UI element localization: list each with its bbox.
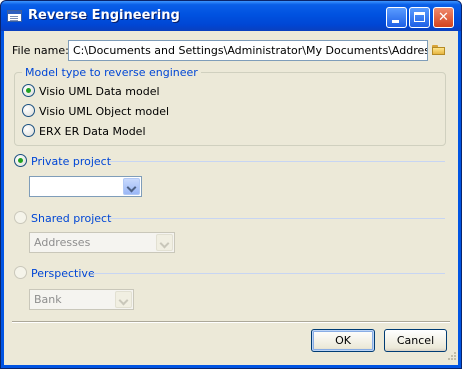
close-button[interactable]: ✕ (433, 7, 454, 28)
window-title: Reverse Engineering (28, 8, 180, 23)
button-separator (12, 321, 450, 323)
shared-project-select[interactable]: Addresses (29, 232, 175, 253)
radio-private-project[interactable] (14, 154, 27, 167)
reverse-engineering-dialog: Reverse Engineering ✕ File name: C:\Docu… (0, 0, 462, 369)
radio-perspective[interactable] (14, 266, 27, 279)
radio-label-erx-er-data-model[interactable]: ERX ER Data Model (39, 125, 146, 138)
radio-shared-project[interactable] (14, 211, 27, 224)
chevron-down-icon[interactable] (156, 234, 173, 251)
ok-button[interactable]: OK (311, 329, 375, 352)
title-bar[interactable]: Reverse Engineering ✕ (1, 1, 461, 31)
radio-label-visio-uml-data-model[interactable]: Visio UML Data model (39, 85, 160, 98)
perspective-select-value: Bank (34, 293, 62, 306)
model-type-group-title: Model type to reverse engineer (22, 66, 201, 79)
window-icon (7, 10, 22, 22)
minimize-icon (392, 20, 399, 23)
maximize-button[interactable] (409, 7, 430, 28)
minimize-button[interactable] (386, 7, 407, 28)
shared-project-divider (109, 218, 445, 219)
file-name-label: File name: (12, 44, 69, 57)
chevron-down-icon[interactable] (115, 291, 132, 308)
radio-visio-uml-object-model[interactable] (22, 104, 35, 117)
radio-visio-uml-data-model[interactable] (22, 84, 35, 97)
file-name-field[interactable]: C:\Documents and Settings\Administrator\… (68, 40, 428, 61)
private-project-divider (109, 161, 445, 162)
maximize-icon (414, 12, 425, 22)
private-project-select[interactable] (29, 176, 142, 197)
shared-project-select-value: Addresses (34, 236, 91, 249)
browse-folder-icon[interactable] (432, 45, 445, 55)
resize-grip-icon[interactable] (445, 351, 457, 363)
cancel-button[interactable]: Cancel (384, 329, 447, 352)
close-icon: ✕ (438, 10, 449, 25)
radio-label-visio-uml-object-model[interactable]: Visio UML Object model (39, 105, 169, 118)
radio-erx-er-data-model[interactable] (22, 124, 35, 137)
dialog-body: File name: C:\Documents and Settings\Adm… (4, 31, 458, 365)
perspective-divider (93, 273, 445, 274)
perspective-select[interactable]: Bank (29, 289, 134, 310)
shared-project-label[interactable]: Shared project (31, 212, 111, 225)
chevron-down-icon[interactable] (123, 178, 140, 195)
private-project-label[interactable]: Private project (31, 155, 111, 168)
perspective-label[interactable]: Perspective (31, 267, 95, 280)
